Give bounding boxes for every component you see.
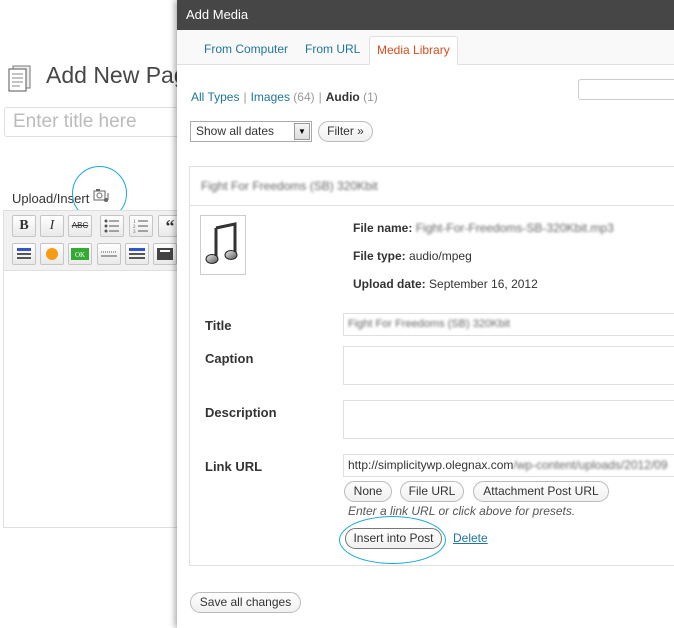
- delete-link[interactable]: Delete: [453, 531, 488, 545]
- search-input[interactable]: [578, 79, 674, 100]
- save-all-changes-button[interactable]: Save all changes: [190, 592, 301, 613]
- more-tag-button[interactable]: [40, 243, 64, 265]
- pages-icon: [8, 65, 31, 92]
- file-name-row: File name: Fight-For-Freedoms-SB-320Kbit…: [353, 221, 614, 235]
- filter-all-types[interactable]: All Types: [191, 90, 239, 104]
- filter-images[interactable]: Images: [251, 90, 290, 104]
- tab-media-library[interactable]: Media Library: [369, 36, 458, 65]
- caption-field[interactable]: [343, 346, 674, 385]
- music-note-icon: [205, 222, 238, 264]
- link-url-blurred: /wp-content/uploads/2012/09: [513, 458, 668, 472]
- dotted-line-icon: [101, 251, 117, 257]
- file-name-label: File name:: [353, 221, 413, 235]
- tab-from-url[interactable]: From URL: [298, 36, 367, 65]
- tab-from-computer[interactable]: From Computer: [197, 36, 295, 65]
- filter-separator: |: [243, 90, 247, 104]
- description-field[interactable]: [343, 400, 674, 439]
- more-circle-icon: [46, 248, 58, 260]
- audio-count: (1): [363, 90, 378, 104]
- editor-content-area[interactable]: [3, 270, 183, 528]
- description-label: Description: [205, 405, 277, 420]
- media-item-name: Fight For Freedoms (SB) 320Kbit: [201, 179, 378, 193]
- modal-title: Add Media: [177, 0, 674, 30]
- columns-icon: [157, 248, 173, 260]
- file-type-label: File type:: [353, 249, 406, 263]
- link-file-url-button[interactable]: File URL: [400, 481, 464, 502]
- bold-button[interactable]: B: [12, 215, 36, 237]
- date-select-value: Show all dates: [196, 124, 275, 138]
- file-type-value: audio/mpeg: [409, 249, 472, 263]
- ok-icon: OK: [71, 248, 89, 260]
- svg-text:3: 3: [133, 230, 136, 234]
- table-button[interactable]: [125, 243, 149, 265]
- svg-text:OK: OK: [75, 251, 85, 259]
- upload-date-label: Upload date:: [353, 277, 426, 291]
- chevron-down-icon: ▼: [294, 123, 310, 140]
- upload-date-row: Upload date: September 16, 2012: [353, 277, 538, 291]
- bullet-list-icon: [104, 219, 119, 233]
- audio-thumbnail: [200, 215, 246, 275]
- date-select[interactable]: Show all dates ▼: [190, 121, 312, 142]
- columns-button[interactable]: [153, 243, 177, 265]
- type-filters: All Types | Images (64) | Audio (1): [191, 90, 378, 104]
- strikethrough-button[interactable]: ABC: [68, 215, 92, 237]
- bullet-list-button[interactable]: [100, 215, 124, 237]
- title-field-value: Fight For Freedoms (SB) 320Kbit: [348, 318, 511, 330]
- caption-label: Caption: [205, 351, 254, 366]
- link-url-label: Link URL: [205, 459, 263, 474]
- table-icon: [129, 248, 145, 259]
- title-field[interactable]: Fight For Freedoms (SB) 320Kbit: [343, 313, 674, 336]
- italic-button[interactable]: I: [40, 215, 64, 237]
- add-media-modal: Add Media From Computer From URL Media L…: [177, 0, 674, 628]
- separator-button[interactable]: [97, 243, 121, 265]
- insert-highlight-circle: [339, 516, 446, 564]
- link-attachment-post-url-button[interactable]: Attachment Post URL: [473, 481, 609, 502]
- filter-separator: |: [318, 90, 322, 104]
- link-url-field[interactable]: http://simplicitywp.olegnax.com/wp-conte…: [343, 454, 674, 477]
- title-label: Title: [205, 318, 232, 333]
- link-url-value: http://simplicitywp.olegnax.com: [348, 458, 514, 472]
- file-type-row: File type: audio/mpeg: [353, 249, 472, 263]
- kitchen-sink-icon: [17, 248, 31, 259]
- file-name-value: Fight-For-Freedoms-SB-320Kbit.mp3: [415, 221, 614, 235]
- upload-date-value: September 16, 2012: [429, 277, 538, 291]
- kitchen-sink-button[interactable]: [12, 243, 36, 265]
- numbered-list-button[interactable]: 1 2 3: [129, 215, 153, 237]
- ok-button[interactable]: OK: [68, 243, 92, 265]
- filter-audio-current[interactable]: Audio: [326, 90, 360, 104]
- filter-button[interactable]: Filter »: [318, 121, 373, 142]
- images-count: (64): [293, 90, 315, 104]
- numbered-list-icon: 1 2 3: [133, 220, 148, 235]
- link-none-button[interactable]: None: [344, 481, 392, 502]
